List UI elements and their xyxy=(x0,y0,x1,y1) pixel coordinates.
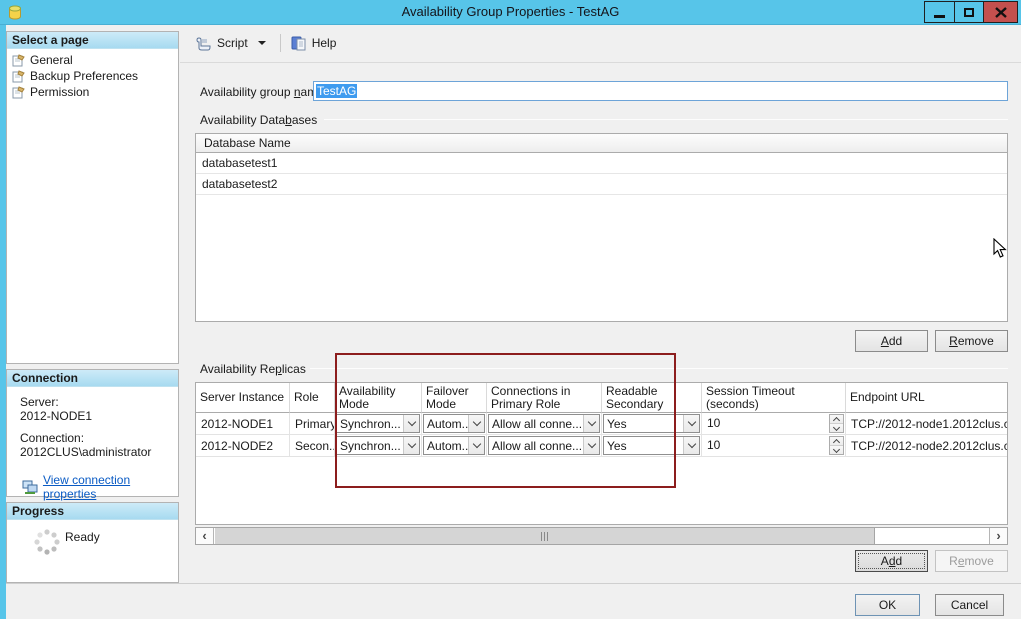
window-title: Availability Group Properties - TestAG xyxy=(0,0,1021,25)
section-rule xyxy=(324,119,1008,120)
progress-status: Ready xyxy=(65,530,100,544)
help-button[interactable]: Help xyxy=(291,36,337,51)
connection-header: Connection xyxy=(7,370,178,387)
page-icon xyxy=(12,54,25,67)
connections-in-primary-role-dropdown[interactable]: Allow all conne... xyxy=(488,436,600,455)
spin-down-icon xyxy=(830,445,843,454)
replica-row-role: Secon... xyxy=(290,435,335,457)
failover-mode-dropdown[interactable]: Autom... xyxy=(423,414,485,433)
availability-group-name-label: Availability group name: xyxy=(200,85,327,99)
availability-databases-label: Availability Databases xyxy=(200,113,317,127)
replica-row-server-instance[interactable]: 2012-NODE2 xyxy=(196,435,290,457)
connection-value: 2012CLUS\administrator xyxy=(20,445,178,459)
help-icon xyxy=(291,36,307,51)
readable-secondary-dropdown[interactable]: Yes xyxy=(603,414,700,433)
page-icon xyxy=(12,70,25,83)
chevron-down-icon xyxy=(468,437,484,454)
chevron-down-icon xyxy=(403,415,419,432)
scroll-right-icon[interactable]: › xyxy=(989,528,1007,544)
availability-group-properties-dialog: { "window": { "title": "Availability Gro… xyxy=(0,0,1021,619)
minimize-icon xyxy=(934,15,945,18)
cancel-button[interactable]: Cancel xyxy=(935,594,1004,616)
column-header-server-instance[interactable]: Server Instance xyxy=(196,383,290,413)
ok-button[interactable]: OK xyxy=(855,594,920,616)
toolbar-separator xyxy=(280,34,281,52)
replica-row-endpoint-url[interactable]: TCP://2012-node2.2012clus.com xyxy=(846,435,1007,457)
progress-panel: Progress Ready xyxy=(6,502,179,583)
availability-databases-table: Database Name databasetest1 databasetest… xyxy=(195,133,1008,322)
databases-add-button[interactable]: Add xyxy=(855,330,928,352)
failover-mode-dropdown[interactable]: Autom... xyxy=(423,436,485,455)
availability-mode-dropdown[interactable]: Synchron... xyxy=(336,436,420,455)
section-rule xyxy=(310,368,1008,369)
scroll-left-icon[interactable]: ‹ xyxy=(196,528,214,544)
replica-row-endpoint-url[interactable]: TCP://2012-node1.2012clus.com xyxy=(846,413,1007,435)
availability-replicas-table: Server Instance Role Availability Mode F… xyxy=(195,382,1008,525)
connection-panel: Connection Server: 2012-NODE1 Connection… xyxy=(6,369,179,497)
column-header-failover-mode[interactable]: Failover Mode xyxy=(422,383,487,413)
script-button[interactable]: Script xyxy=(195,36,248,51)
column-header-session-timeout[interactable]: Session Timeout (seconds) xyxy=(702,383,846,413)
spin-up-icon xyxy=(830,437,843,445)
footer-divider xyxy=(6,583,1021,584)
column-header-readable-secondary[interactable]: Readable Secondary xyxy=(602,383,702,413)
sidebar-item-general[interactable]: General xyxy=(7,52,178,68)
column-header-role[interactable]: Role xyxy=(290,383,335,413)
column-header-endpoint-url[interactable]: Endpoint URL xyxy=(846,383,1007,413)
chevron-down-icon xyxy=(468,415,484,432)
availability-replicas-label: Availability Replicas xyxy=(200,362,306,376)
column-header-connections-in-primary-role[interactable]: Connections in Primary Role xyxy=(487,383,602,413)
view-connection-properties-link[interactable]: View connection properties xyxy=(43,473,178,501)
connection-properties-icon xyxy=(22,480,38,494)
close-icon xyxy=(995,7,1007,18)
scrollbar-thumb[interactable] xyxy=(215,528,875,544)
maximize-icon xyxy=(964,8,974,17)
session-timeout-spinner[interactable]: 10 xyxy=(703,414,844,433)
databases-remove-button[interactable]: Remove xyxy=(935,330,1008,352)
script-dropdown-icon[interactable] xyxy=(258,41,266,45)
database-name-column-header[interactable]: Database Name xyxy=(196,134,1007,153)
chevron-down-icon xyxy=(583,437,599,454)
replicas-horizontal-scrollbar[interactable]: ‹ › xyxy=(195,527,1008,545)
table-row[interactable]: databasetest1 xyxy=(196,153,1007,174)
sidebar-item-permission[interactable]: Permission xyxy=(7,84,178,100)
script-icon xyxy=(195,36,212,51)
column-header-availability-mode[interactable]: Availability Mode xyxy=(335,383,422,413)
spin-down-icon xyxy=(830,423,843,432)
server-label: Server: xyxy=(20,395,178,409)
close-button[interactable] xyxy=(983,1,1018,23)
dialog-toolbar: Script Help xyxy=(180,25,1021,63)
replicas-remove-button[interactable]: Remove xyxy=(935,550,1008,572)
connections-in-primary-role-dropdown[interactable]: Allow all conne... xyxy=(488,414,600,433)
selected-text: TestAG xyxy=(316,84,357,98)
server-value: 2012-NODE1 xyxy=(20,409,178,423)
table-row[interactable]: databasetest2 xyxy=(196,174,1007,195)
chevron-down-icon xyxy=(683,437,699,454)
replica-row-server-instance[interactable]: 2012-NODE1 xyxy=(196,413,290,435)
spin-up-icon xyxy=(830,415,843,423)
select-a-page-header: Select a page xyxy=(7,32,178,49)
connection-label: Connection: xyxy=(20,431,178,445)
replica-row-role: Primary xyxy=(290,413,335,435)
availability-mode-dropdown[interactable]: Synchron... xyxy=(336,414,420,433)
minimize-button[interactable] xyxy=(924,1,955,23)
replicas-add-button[interactable]: Add xyxy=(855,550,928,572)
select-a-page-panel: Select a page General Backup Preferences… xyxy=(6,31,179,364)
chevron-down-icon xyxy=(403,437,419,454)
readable-secondary-dropdown[interactable]: Yes xyxy=(603,436,700,455)
progress-spinner-icon xyxy=(33,528,61,556)
sidebar-item-backup-preferences[interactable]: Backup Preferences xyxy=(7,68,178,84)
maximize-button[interactable] xyxy=(954,1,984,23)
availability-group-name-input[interactable]: TestAG xyxy=(313,81,1008,101)
progress-header: Progress xyxy=(7,503,178,520)
title-bar: Availability Group Properties - TestAG xyxy=(0,0,1021,25)
chevron-down-icon xyxy=(583,415,599,432)
page-icon xyxy=(12,86,25,99)
chevron-down-icon xyxy=(683,415,699,432)
session-timeout-spinner[interactable]: 10 xyxy=(703,436,844,455)
